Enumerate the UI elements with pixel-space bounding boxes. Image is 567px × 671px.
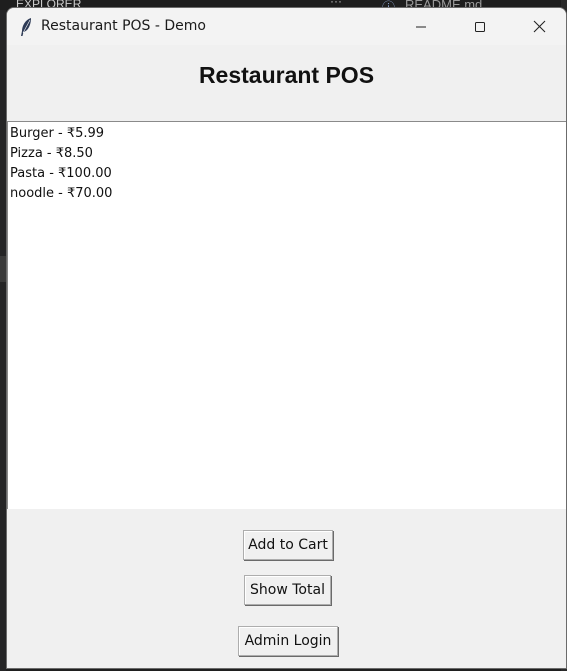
minimize-icon xyxy=(416,26,426,27)
page-title: Restaurant POS xyxy=(198,62,375,88)
menu-listbox[interactable]: Burger - ₹5.99 Pizza - ₹8.50 Pasta - ₹10… xyxy=(7,121,566,509)
window-title: Restaurant POS - Demo xyxy=(41,18,206,34)
close-button[interactable] xyxy=(510,8,566,45)
admin-login-button[interactable]: Admin Login xyxy=(238,626,338,656)
list-item[interactable]: Burger - ₹5.99 xyxy=(10,124,104,144)
list-item[interactable]: noodle - ₹70.00 xyxy=(10,184,112,204)
show-total-button[interactable]: Show Total xyxy=(244,575,331,605)
app-window: Restaurant POS - Demo Restaurant POS Bur… xyxy=(6,7,567,669)
maximize-button[interactable] xyxy=(451,8,509,45)
list-item[interactable]: Pasta - ₹100.00 xyxy=(10,164,112,184)
add-to-cart-button[interactable]: Add to Cart xyxy=(243,530,333,560)
feather-icon xyxy=(21,18,31,36)
list-item[interactable]: Pizza - ₹8.50 xyxy=(10,144,93,164)
minimize-button[interactable] xyxy=(392,8,450,45)
maximize-icon xyxy=(475,21,485,32)
close-icon xyxy=(533,20,545,33)
title-bar[interactable]: Restaurant POS - Demo xyxy=(7,8,566,45)
